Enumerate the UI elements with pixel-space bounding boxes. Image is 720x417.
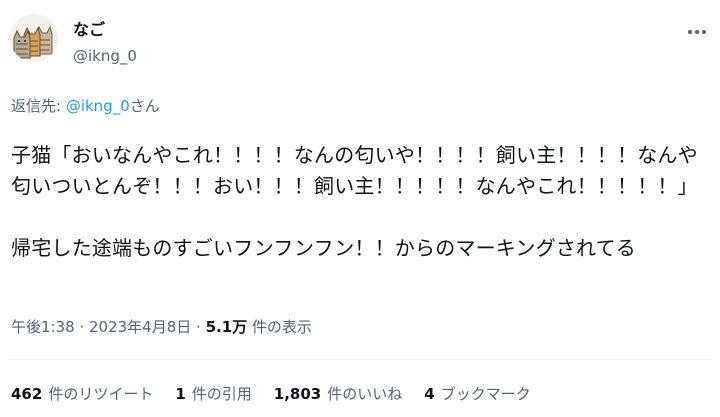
tweet-meta: 午後1:38 · 2023年4月8日 · 5.1万 件の表示: [11, 316, 312, 337]
tweet-container: なご @ikng_0 返信先: @ikng_0さん 子猫「おいなんやこれ！！！！…: [0, 0, 720, 417]
quotes-label: 件の引用: [191, 385, 252, 403]
dot-icon: [695, 30, 699, 34]
reply-target-link[interactable]: @ikng_0: [66, 97, 130, 115]
bookmarks-stat[interactable]: 4 ブックマーク: [424, 383, 530, 404]
tweet-date[interactable]: 2023年4月8日: [89, 318, 191, 336]
more-options-icon[interactable]: [682, 22, 712, 42]
quotes-count: 1: [175, 385, 186, 403]
retweets-count: 462: [11, 385, 43, 403]
bookmarks-count: 4: [424, 385, 435, 403]
reply-suffix: さん: [129, 97, 160, 115]
retweets-stat[interactable]: 462 件のリツイート: [11, 383, 153, 404]
bookmarks-label: ブックマーク: [440, 385, 531, 403]
engagement-stats: 462 件のリツイート 1 件の引用 1,803 件のいいね 4 ブックマーク: [11, 383, 531, 404]
likes-count: 1,803: [273, 385, 322, 403]
tweet-time[interactable]: 午後1:38: [11, 318, 75, 336]
tweet-text: 子猫「おいなんやこれ！！！！なんの匂いや！！！！飼い主！！！！なんや匂いついとん…: [11, 140, 711, 264]
quotes-stat[interactable]: 1 件の引用: [175, 383, 251, 404]
meta-separator: ·: [191, 318, 206, 336]
display-name[interactable]: なご: [73, 16, 105, 40]
retweets-label: 件のリツイート: [48, 385, 154, 403]
tweet-paragraph: 帰宅した途端ものすごいフンフンフン！！からのマーキングされてる: [11, 236, 636, 260]
reply-context: 返信先: @ikng_0さん: [11, 95, 160, 116]
likes-stat[interactable]: 1,803 件のいいね: [274, 383, 402, 404]
views-count: 5.1万: [205, 318, 248, 336]
reply-prefix: 返信先:: [11, 97, 66, 115]
dot-icon: [702, 30, 706, 34]
likes-label: 件のいいね: [327, 385, 403, 403]
dot-icon: [688, 30, 692, 34]
meta-separator: ·: [74, 318, 89, 336]
avatar[interactable]: [10, 14, 58, 62]
cat-avatar-icon: [10, 14, 58, 62]
user-handle[interactable]: @ikng_0: [73, 47, 137, 65]
views-label: 件の表示: [247, 318, 312, 336]
tweet-paragraph: 子猫「おいなんやこれ！！！！なんの匂いや！！！！飼い主！！！！なんや匂いついとん…: [11, 143, 698, 198]
divider: [8, 359, 712, 360]
